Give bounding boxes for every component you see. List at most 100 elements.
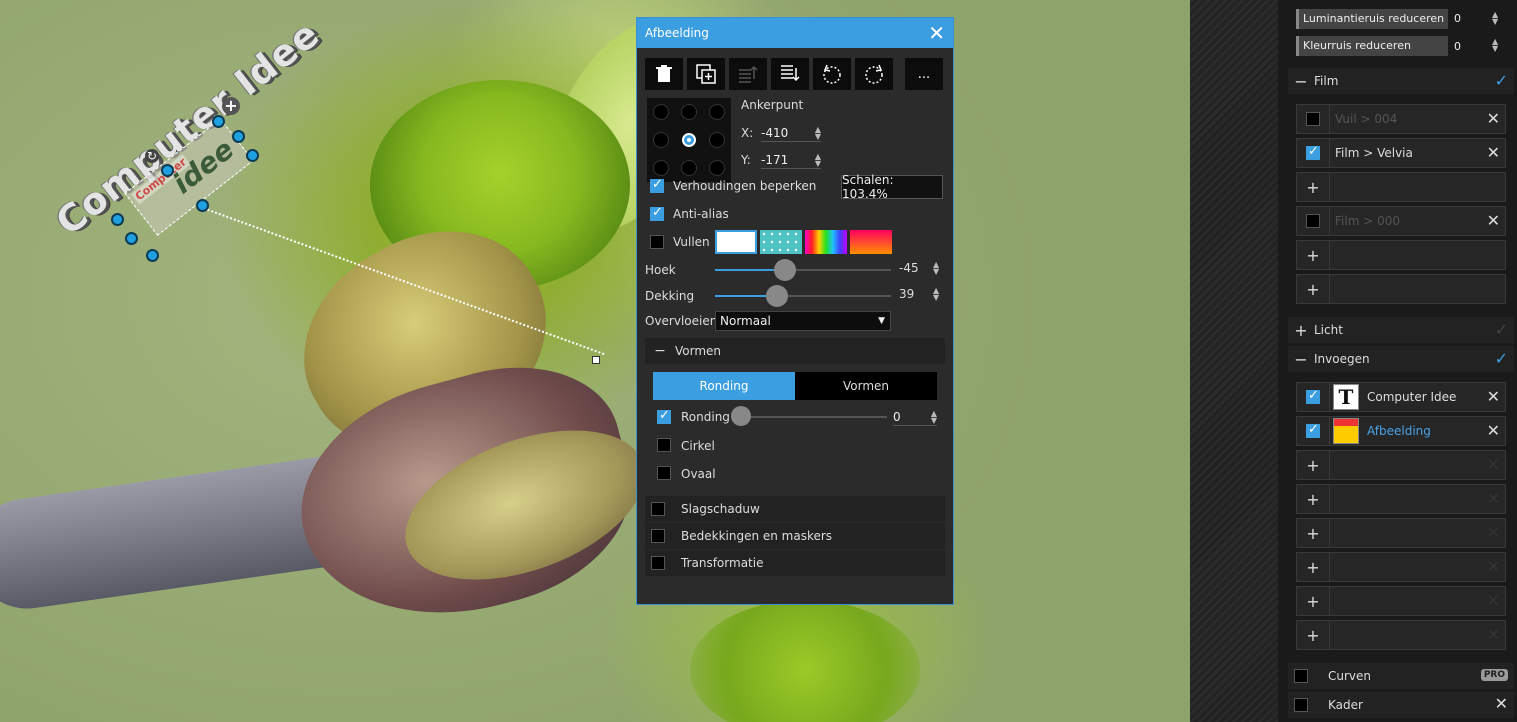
fill-swatch-white[interactable]: [715, 230, 757, 254]
anchor-bottom-center[interactable]: [681, 160, 697, 176]
anchor-top-left[interactable]: [653, 104, 669, 120]
fill-checkbox[interactable]: [650, 235, 664, 249]
shapes-section-header[interactable]: − Vormen: [645, 338, 945, 364]
resize-handle[interactable]: [161, 164, 174, 177]
add-handle-icon[interactable]: +: [222, 97, 240, 115]
transform-section[interactable]: Transformatie: [645, 550, 945, 576]
resize-handle[interactable]: [212, 115, 225, 128]
film-item[interactable]: Vuil > 004 ✕: [1296, 104, 1506, 134]
add-icon[interactable]: +: [1306, 524, 1319, 543]
spinner-icon[interactable]: ▲ ▼: [933, 261, 939, 276]
close-icon[interactable]: ✕: [1487, 387, 1500, 406]
resize-handle[interactable]: [111, 213, 124, 226]
opacity-slider-knob[interactable]: [766, 285, 788, 307]
check-icon[interactable]: ✓: [1495, 71, 1508, 90]
anchor-top-center[interactable]: [681, 104, 697, 120]
add-icon[interactable]: +: [1306, 490, 1319, 509]
tab-rounding[interactable]: Ronding: [653, 372, 795, 400]
insert-empty-slot[interactable]: + ✕: [1296, 450, 1506, 480]
insert-item[interactable]: Afbeelding ✕: [1296, 416, 1506, 446]
film-item-checkbox[interactable]: [1306, 214, 1320, 228]
rotate-left-icon[interactable]: [813, 58, 851, 90]
frame-header[interactable]: Kader ✕: [1288, 692, 1514, 718]
add-icon[interactable]: +: [1306, 626, 1319, 645]
anchor-bottom-right[interactable]: [709, 160, 725, 176]
curves-header[interactable]: Curven PRO: [1288, 663, 1514, 689]
check-icon[interactable]: ✓: [1495, 349, 1508, 368]
insert-header[interactable]: − Invoegen ✓: [1288, 346, 1514, 372]
anchor-middle-right[interactable]: [709, 132, 725, 148]
scale-field[interactable]: Schalen: 103.4%: [841, 173, 943, 201]
transform-checkbox[interactable]: [651, 556, 665, 570]
circle-checkbox[interactable]: [657, 438, 671, 452]
fill-swatch-rainbow[interactable]: [805, 230, 847, 254]
fill-swatch-gradient[interactable]: [850, 230, 892, 254]
lum-noise-slider[interactable]: Luminantieruis reduceren: [1296, 9, 1448, 29]
dialog-titlebar[interactable]: Afbeelding ✕: [637, 18, 953, 48]
anchor-center[interactable]: [682, 133, 696, 147]
insert-item[interactable]: T Computer Idee ✕: [1296, 382, 1506, 412]
insert-item-checkbox[interactable]: [1306, 422, 1320, 438]
rounding-slider-knob[interactable]: [731, 406, 751, 426]
spinner-icon[interactable]: ▲ ▼: [1492, 11, 1498, 26]
antialias-checkbox[interactable]: [650, 205, 664, 221]
resize-handle[interactable]: [196, 199, 209, 212]
close-icon[interactable]: ✕: [1487, 109, 1500, 128]
spinner-icon[interactable]: ▲ ▼: [815, 126, 821, 141]
duplicate-icon[interactable]: [687, 58, 725, 90]
add-icon[interactable]: +: [1306, 246, 1319, 265]
spinner-icon[interactable]: ▲ ▼: [931, 410, 937, 425]
add-icon[interactable]: +: [1306, 456, 1319, 475]
move-down-icon[interactable]: [771, 58, 809, 90]
spinner-icon[interactable]: ▲ ▼: [815, 153, 821, 168]
fill-swatch-pattern[interactable]: [760, 230, 802, 254]
add-icon[interactable]: +: [1306, 178, 1319, 197]
film-header[interactable]: − Film ✓: [1288, 68, 1514, 94]
add-icon[interactable]: +: [1306, 558, 1319, 577]
photo-canvas[interactable]: Computer Idee Computer idee ↻ +: [0, 0, 1190, 722]
more-button[interactable]: ...: [905, 58, 943, 90]
anchor-top-right[interactable]: [709, 104, 725, 120]
tab-shapes[interactable]: Vormen: [795, 372, 937, 400]
insert-item-checkbox[interactable]: [1306, 388, 1320, 404]
resize-handle[interactable]: [232, 130, 245, 143]
close-icon[interactable]: ✕: [1487, 421, 1500, 440]
blend-select[interactable]: Normaal ▼: [715, 311, 891, 331]
move-up-icon[interactable]: [729, 58, 767, 90]
add-icon[interactable]: +: [1306, 592, 1319, 611]
insert-empty-slot[interactable]: + ✕: [1296, 518, 1506, 548]
rounding-checkbox[interactable]: [657, 408, 671, 424]
angle-slider-knob[interactable]: [774, 259, 796, 281]
masks-section[interactable]: Bedekkingen en maskers: [645, 523, 945, 549]
rounding-slider-track[interactable]: [733, 416, 887, 418]
rotate-right-icon[interactable]: [855, 58, 893, 90]
check-icon[interactable]: ✓: [1495, 320, 1508, 339]
light-header[interactable]: + Licht ✓: [1288, 317, 1514, 343]
film-item-checkbox[interactable]: [1306, 112, 1320, 126]
film-empty-slot[interactable]: +: [1296, 274, 1506, 304]
spinner-icon[interactable]: ▲ ▼: [1492, 38, 1498, 53]
shadow-section[interactable]: Slagschaduw: [645, 496, 945, 522]
film-item[interactable]: Film > Velvia ✕: [1296, 138, 1506, 168]
film-item-checkbox[interactable]: [1306, 144, 1320, 160]
keep-ratio-checkbox[interactable]: [650, 177, 664, 193]
add-icon[interactable]: +: [1306, 280, 1319, 299]
frame-checkbox[interactable]: [1294, 698, 1308, 712]
trash-icon[interactable]: [645, 58, 683, 90]
close-icon[interactable]: ✕: [1495, 694, 1508, 713]
rotate-handle-icon[interactable]: ↻: [145, 149, 159, 163]
film-empty-slot[interactable]: +: [1296, 172, 1506, 202]
curves-checkbox[interactable]: [1294, 669, 1308, 683]
resize-handle[interactable]: [246, 149, 259, 162]
film-empty-slot[interactable]: +: [1296, 240, 1506, 270]
y-input[interactable]: -171 ▲ ▼: [761, 152, 821, 169]
insert-empty-slot[interactable]: + ✕: [1296, 586, 1506, 616]
spinner-icon[interactable]: ▲ ▼: [933, 287, 939, 302]
close-icon[interactable]: ✕: [1487, 211, 1500, 230]
insert-empty-slot[interactable]: + ✕: [1296, 484, 1506, 514]
resize-handle[interactable]: [146, 249, 159, 262]
masks-checkbox[interactable]: [651, 529, 665, 543]
insert-empty-slot[interactable]: + ✕: [1296, 552, 1506, 582]
anchor-middle-left[interactable]: [653, 132, 669, 148]
anchor-bottom-left[interactable]: [653, 160, 669, 176]
